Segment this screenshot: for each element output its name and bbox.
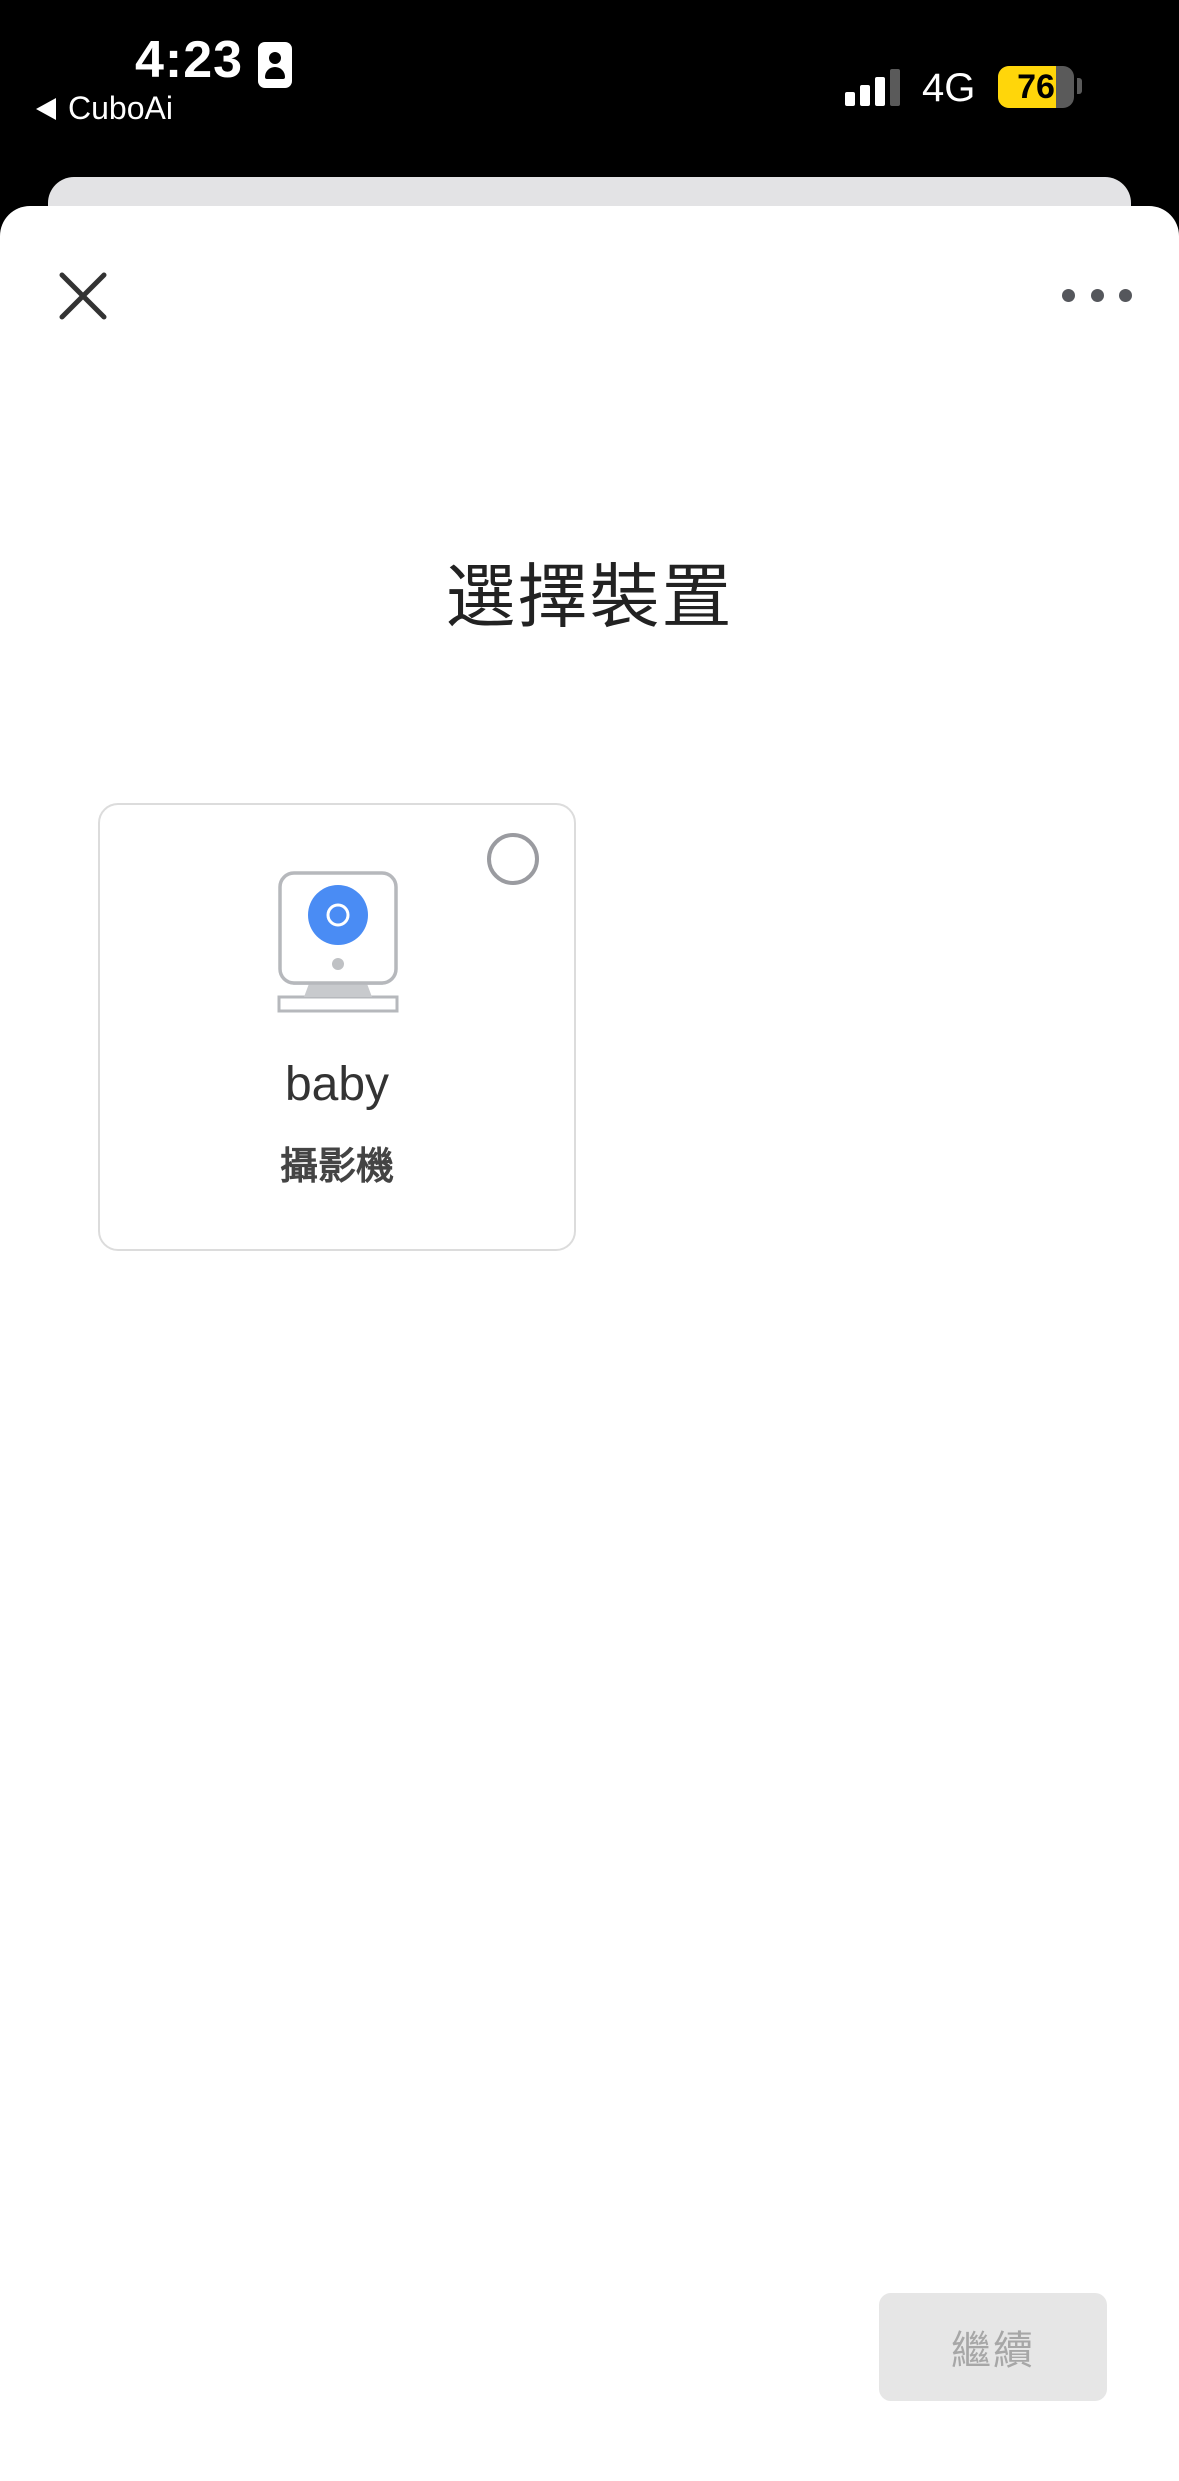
- cellular-signal-icon: [845, 68, 900, 106]
- back-app-label: CuboAi: [68, 90, 173, 126]
- device-card-baby[interactable]: baby 攝影機: [98, 803, 576, 1251]
- battery-tip: [1077, 78, 1082, 94]
- continue-button[interactable]: 繼續: [879, 2293, 1107, 2401]
- status-time: 4:23: [135, 31, 244, 89]
- close-icon: [59, 272, 107, 320]
- more-dot: [1119, 288, 1132, 302]
- phone-screen: 4:23 CuboAi 4G 76 選擇裝置 baby 攝影機 繼續: [0, 0, 1179, 2481]
- battery-percent: 76: [1017, 68, 1055, 106]
- more-options-button[interactable]: [1062, 270, 1132, 320]
- battery-icon: 76: [998, 66, 1074, 108]
- page-title: 選擇裝置: [445, 558, 734, 636]
- device-name: baby: [284, 1058, 390, 1111]
- select-device-sheet: 選擇裝置 baby 攝影機 繼續: [0, 206, 1179, 2481]
- close-button[interactable]: [52, 265, 114, 327]
- contact-card-icon: [258, 42, 292, 88]
- back-to-app-link[interactable]: CuboAi: [36, 90, 173, 127]
- device-radio[interactable]: [487, 833, 539, 885]
- back-arrow-icon: [36, 97, 56, 120]
- network-type: 4G: [922, 66, 976, 110]
- more-dot: [1062, 288, 1075, 302]
- device-type: 攝影機: [279, 1146, 394, 1188]
- more-dot: [1090, 288, 1104, 302]
- camera-icon: [277, 871, 399, 1013]
